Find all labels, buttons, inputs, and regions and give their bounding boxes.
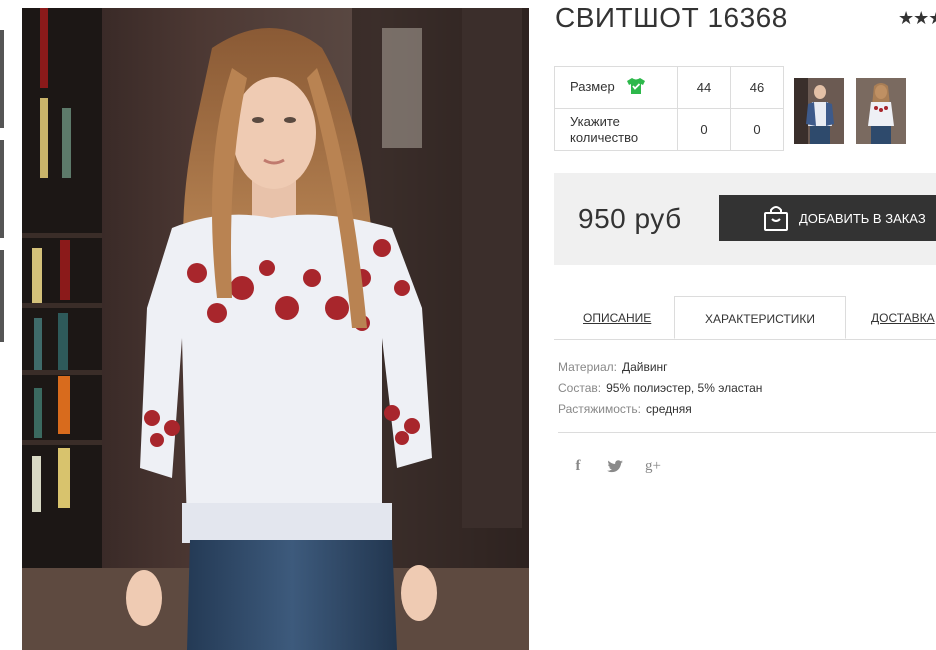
tab-delivery-label: ДОСТАВКА [871, 311, 935, 325]
product-thumbnail-1[interactable] [794, 78, 844, 144]
facebook-glyph: f [575, 457, 581, 474]
size-label-cell: Размер [554, 66, 678, 109]
shopping-bag-icon [763, 204, 789, 232]
spec-row: Растяжимость: средняя [558, 399, 762, 420]
size-44-cell: 44 [677, 66, 731, 109]
spec-key: Состав: [558, 381, 602, 395]
tab-characteristics-label: ХАРАКТЕРИСТИКИ [704, 312, 815, 326]
rating-stars[interactable]: ★★★ [898, 8, 936, 29]
quantity-input-44[interactable]: 0 [677, 108, 731, 151]
size-quantity-table: Размер 44 46 Укажите количество 0 0 [554, 66, 784, 151]
spec-row: Материал: Дайвинг [558, 357, 762, 378]
price-panel: 950 руб ДОБАВИТЬ В ЗАКАЗ [554, 173, 936, 265]
product-info-tabs: ОПИСАНИЕ ХАРАКТЕРИСТИКИ ДОСТАВКА [554, 296, 936, 340]
spec-value: Дайвинг [621, 360, 668, 374]
spec-value: 95% полиэстер, 5% эластан [606, 381, 763, 395]
spec-key: Материал: [558, 360, 617, 374]
facebook-icon[interactable]: f [568, 456, 588, 476]
product-price: 950 руб [578, 203, 682, 234]
product-photo-illustration [22, 8, 529, 650]
characteristics-list: Материал: Дайвинг Состав: 95% полиэстер, 5… [558, 357, 762, 420]
product-title: СВИТШОТ 16368 [555, 2, 788, 33]
tab-description[interactable]: ОПИСАНИЕ [583, 296, 651, 340]
spec-value: средняя [646, 402, 692, 416]
quantity-row: Укажите количество 0 0 [554, 108, 784, 151]
add-to-order-label: ДОБАВИТЬ В ЗАКАЗ [799, 210, 926, 226]
product-thumbnail-2[interactable] [856, 78, 906, 144]
size-label: Размер [570, 78, 615, 94]
size-row: Размер 44 46 [554, 66, 784, 109]
google-plus-glyph: g+ [645, 457, 661, 474]
page-edge-fragment [0, 30, 4, 342]
spec-key: Растяжимость: [558, 402, 642, 416]
tab-delivery[interactable]: ДОСТАВКА [871, 296, 935, 340]
add-to-order-button[interactable]: ДОБАВИТЬ В ЗАКАЗ [719, 195, 936, 241]
tab-characteristics[interactable]: ХАРАКТЕРИСТИКИ [674, 296, 846, 339]
product-main-photo[interactable] [22, 8, 529, 650]
size-chart-shirt-icon[interactable] [626, 77, 646, 98]
specs-divider [558, 432, 936, 433]
quantity-input-46[interactable]: 0 [730, 108, 784, 151]
google-plus-icon[interactable]: g+ [643, 456, 663, 476]
size-46-cell: 46 [730, 66, 784, 109]
quantity-label: Укажите количество [554, 108, 678, 151]
tab-description-label: ОПИСАНИЕ [583, 311, 652, 325]
spec-row: Состав: 95% полиэстер, 5% эластан [558, 378, 762, 399]
twitter-icon[interactable] [605, 456, 625, 476]
